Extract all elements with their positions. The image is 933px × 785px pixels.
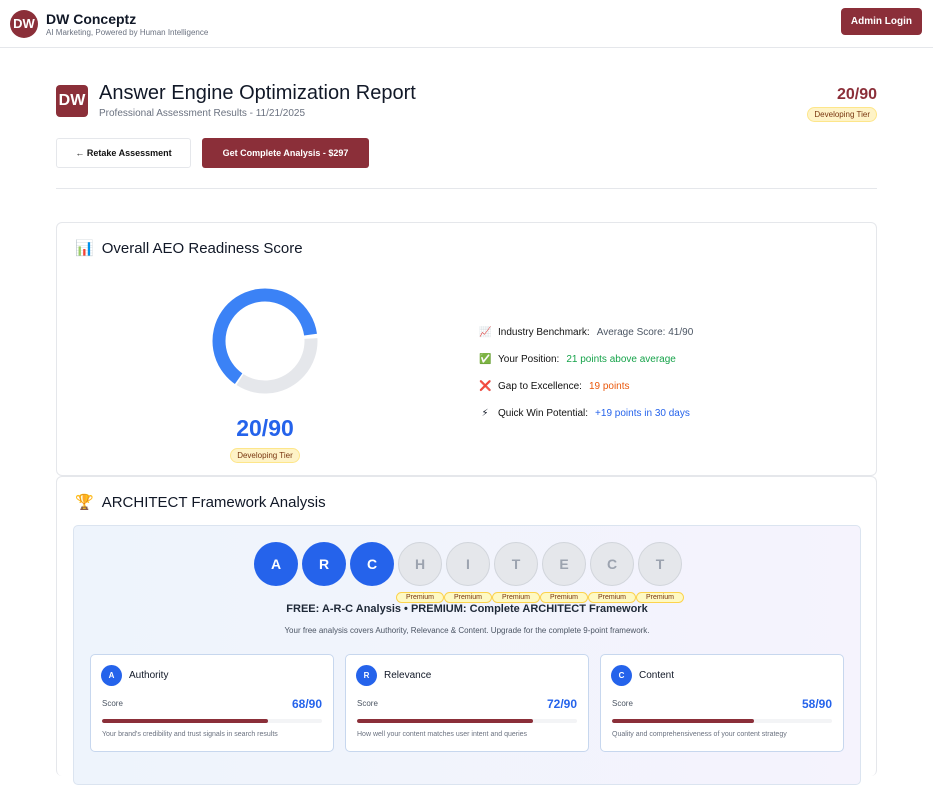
framework-letter-a: A xyxy=(254,542,298,586)
page-title: Answer Engine Optimization Report xyxy=(99,82,416,104)
free-premium-line: FREE: A-R-C Analysis • PREMIUM: Complete… xyxy=(286,603,648,615)
stat-label: Quick Win Potential: xyxy=(498,408,589,419)
brand-tagline: AI Marketing, Powered by Human Intellige… xyxy=(46,27,209,37)
brand-name: DW Conceptz xyxy=(46,10,137,27)
get-complete-analysis-button[interactable]: Get Complete Analysis - $297 xyxy=(202,138,369,168)
score-label: Score xyxy=(357,699,378,708)
score-bar xyxy=(357,719,577,723)
chart-trend-icon: 📈 xyxy=(479,327,492,338)
admin-login-button[interactable]: Admin Login xyxy=(840,8,922,35)
authority-card: A Authority Score 68/90 Your brand's credibi… xyxy=(90,654,334,752)
score-value: 72/90 xyxy=(546,697,577,711)
card-title: Relevance xyxy=(384,670,432,681)
framework-letters: A R C H Premium I Premium T Premium E Premium C Prem… xyxy=(254,542,684,604)
card-description: Quality and comprehensiveness of your co… xyxy=(612,731,787,738)
stat-item: ❌ Gap to Excellence: 19 points xyxy=(479,373,693,400)
stat-label: Industry Benchmark: xyxy=(498,327,590,338)
premium-badge: Premium xyxy=(636,592,684,603)
report-header: DW Answer Engine Optimization Report Pro… xyxy=(56,48,877,189)
letter-badge: R xyxy=(356,665,377,686)
brand-logo: DW xyxy=(10,9,38,38)
x-icon: ❌ xyxy=(479,381,492,392)
letter-badge: A xyxy=(101,665,122,686)
premium-badge: Premium xyxy=(588,592,636,603)
score-value: 58/90 xyxy=(801,697,832,711)
premium-badge: Premium xyxy=(444,592,492,603)
card-title: Authority xyxy=(129,670,169,681)
framework-letter-t: T xyxy=(638,542,682,586)
tier-badge: Developing Tier xyxy=(807,107,877,122)
relevance-card: R Relevance Score 72/90 How well your conten… xyxy=(345,654,589,752)
framework-letter-c: C xyxy=(590,542,634,586)
letter-badge: C xyxy=(611,665,632,686)
framework-letter-c: C xyxy=(350,542,394,586)
card-description: Your brand's credibility and trust signa… xyxy=(102,731,278,738)
section-title: ARCHITECT Framework Analysis xyxy=(101,493,326,511)
stat-item: ⚡ Quick Win Potential: +19 points in 30 da… xyxy=(479,400,693,427)
framework-letter-e: E xyxy=(542,542,586,586)
card-title: Content xyxy=(639,670,675,681)
framework-letter-h: H xyxy=(398,542,442,586)
stats-list: 📈 Industry Benchmark: Average Score: 41/90… xyxy=(479,319,693,427)
architect-card: 🏆 ARCHITECT Framework Analysis A R C H Premiu… xyxy=(56,476,877,785)
page-subtitle: Professional Assessment Results - 11/21/… xyxy=(99,108,306,119)
premium-badge: Premium xyxy=(396,592,444,603)
free-description: Your free analysis covers Authority, Rel… xyxy=(284,626,650,635)
framework-letter-r: R xyxy=(302,542,346,586)
lightning-icon: ⚡ xyxy=(481,408,489,419)
stat-label: Gap to Excellence: xyxy=(498,381,582,392)
overall-score-card: 📊 Overall AEO Readiness Score 20/90 Devel… xyxy=(56,222,877,476)
framework-letter-i: I xyxy=(446,542,490,586)
stat-item: ✅ Your Position: 21 points above average xyxy=(479,346,693,373)
ring-fill xyxy=(212,288,318,394)
tier-badge: Developing Tier xyxy=(230,448,300,463)
score-label: Score xyxy=(612,699,633,708)
score-bar-fill xyxy=(612,719,754,723)
score-bar-fill xyxy=(102,719,269,723)
score-ring xyxy=(212,288,318,394)
section-title: Overall AEO Readiness Score xyxy=(101,239,303,257)
score-bar xyxy=(612,719,832,723)
stat-value: +19 points in 30 days xyxy=(595,408,690,419)
score-bar-fill xyxy=(357,719,533,723)
bar-chart-icon: 📊 xyxy=(75,240,94,257)
stat-value: 21 points above average xyxy=(566,354,676,365)
stat-label: Your Position: xyxy=(498,354,560,365)
card-description: How well your content matches user inten… xyxy=(357,731,528,738)
check-icon: ✅ xyxy=(479,354,492,365)
premium-badge: Premium xyxy=(540,592,588,603)
top-bar: DW DW Conceptz AI Marketing, Powered by … xyxy=(0,0,933,48)
stat-item: 📈 Industry Benchmark: Average Score: 41/90 xyxy=(479,319,693,346)
overall-score: 20/90 xyxy=(236,415,294,441)
score-label: Score xyxy=(102,699,123,708)
score-value: 68/90 xyxy=(291,697,322,711)
stat-value: Average Score: 41/90 xyxy=(596,327,694,338)
architect-panel: A R C H Premium I Premium T Premium E Premium C Prem… xyxy=(73,525,861,785)
content-card: C Content Score 58/90 Quality and comprehens… xyxy=(600,654,844,752)
report-logo: DW xyxy=(56,85,88,117)
retake-assessment-button[interactable]: ← Retake Assessment xyxy=(56,138,191,168)
framework-letter-t: T xyxy=(494,542,538,586)
trophy-icon: 🏆 xyxy=(75,494,94,511)
score-bar xyxy=(102,719,322,723)
header-score: 20/90 xyxy=(836,86,877,103)
stat-value: 19 points xyxy=(588,381,630,392)
premium-badge: Premium xyxy=(492,592,540,603)
